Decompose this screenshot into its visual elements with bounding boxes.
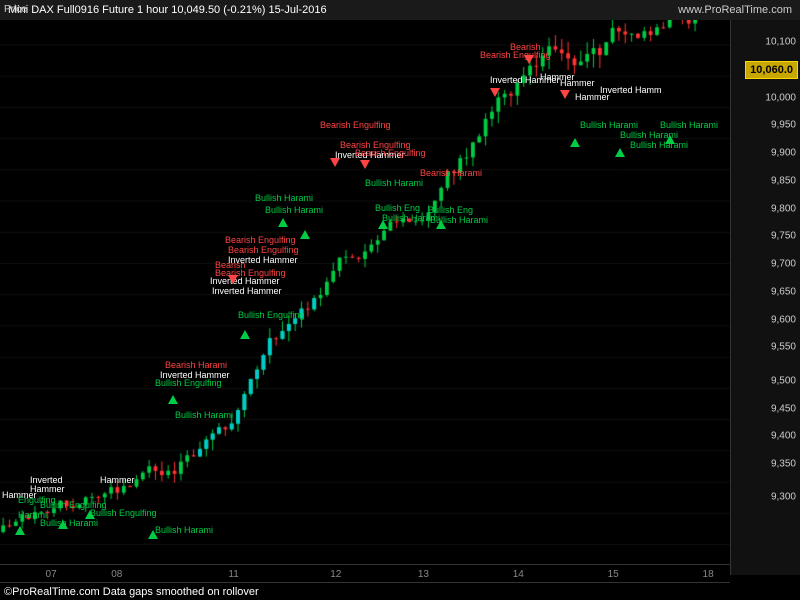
price-tick-label: 10,100: [765, 37, 796, 48]
price-tick-label: 9,950: [771, 120, 796, 131]
chart-area: HammerInvertedHammerEngulfingBullish Eng…: [0, 20, 730, 575]
y-axis: 10,100 10,000 9,950 9,900 9,850 9,800 9,750 9,7…: [730, 20, 800, 575]
price-axis-label: Price: [4, 4, 27, 15]
price-tick-label: 9,650: [771, 286, 796, 297]
chart-footer: ©ProRealTime.com Data gaps smoothed on r…: [0, 582, 730, 600]
price-tick-label: 9,500: [771, 375, 796, 386]
current-price-label: 10,060.0: [745, 61, 798, 79]
x-axis-label: 18: [703, 569, 714, 580]
x-axis: 07 08 11 12 13 14 15 18: [0, 564, 730, 582]
price-tick-label: 9,300: [771, 492, 796, 503]
chart-header: Mini DAX Full0916 Future 1 hour 10,049.5…: [0, 0, 800, 20]
x-axis-label: 07: [46, 569, 57, 580]
x-axis-label: 08: [111, 569, 122, 580]
price-tick-label: 10,000: [765, 92, 796, 103]
x-axis-label: 15: [608, 569, 619, 580]
price-tick-label: 9,750: [771, 231, 796, 242]
price-tick-label: 9,450: [771, 403, 796, 414]
price-tick-label: 9,900: [771, 148, 796, 159]
price-tick-label: 9,700: [771, 259, 796, 270]
price-tick-label: 9,550: [771, 342, 796, 353]
x-axis-label: 14: [513, 569, 524, 580]
chart-title: Mini DAX Full0916 Future 1 hour 10,049.5…: [8, 4, 678, 16]
candlestick-chart: [0, 20, 730, 557]
price-tick-label: 9,400: [771, 431, 796, 442]
price-tick-label: 9,600: [771, 314, 796, 325]
x-axis-label: 13: [418, 569, 429, 580]
price-tick-label: 9,350: [771, 459, 796, 470]
footer-text: ©ProRealTime.com Data gaps smoothed on r…: [4, 586, 259, 598]
price-tick-label: 9,850: [771, 175, 796, 186]
x-axis-label: 11: [228, 569, 238, 580]
chart-container: Mini DAX Full0916 Future 1 hour 10,049.5…: [0, 0, 800, 600]
website-label: www.ProRealTime.com: [678, 4, 792, 16]
x-axis-label: 12: [330, 569, 341, 580]
price-tick-label: 9,800: [771, 203, 796, 214]
